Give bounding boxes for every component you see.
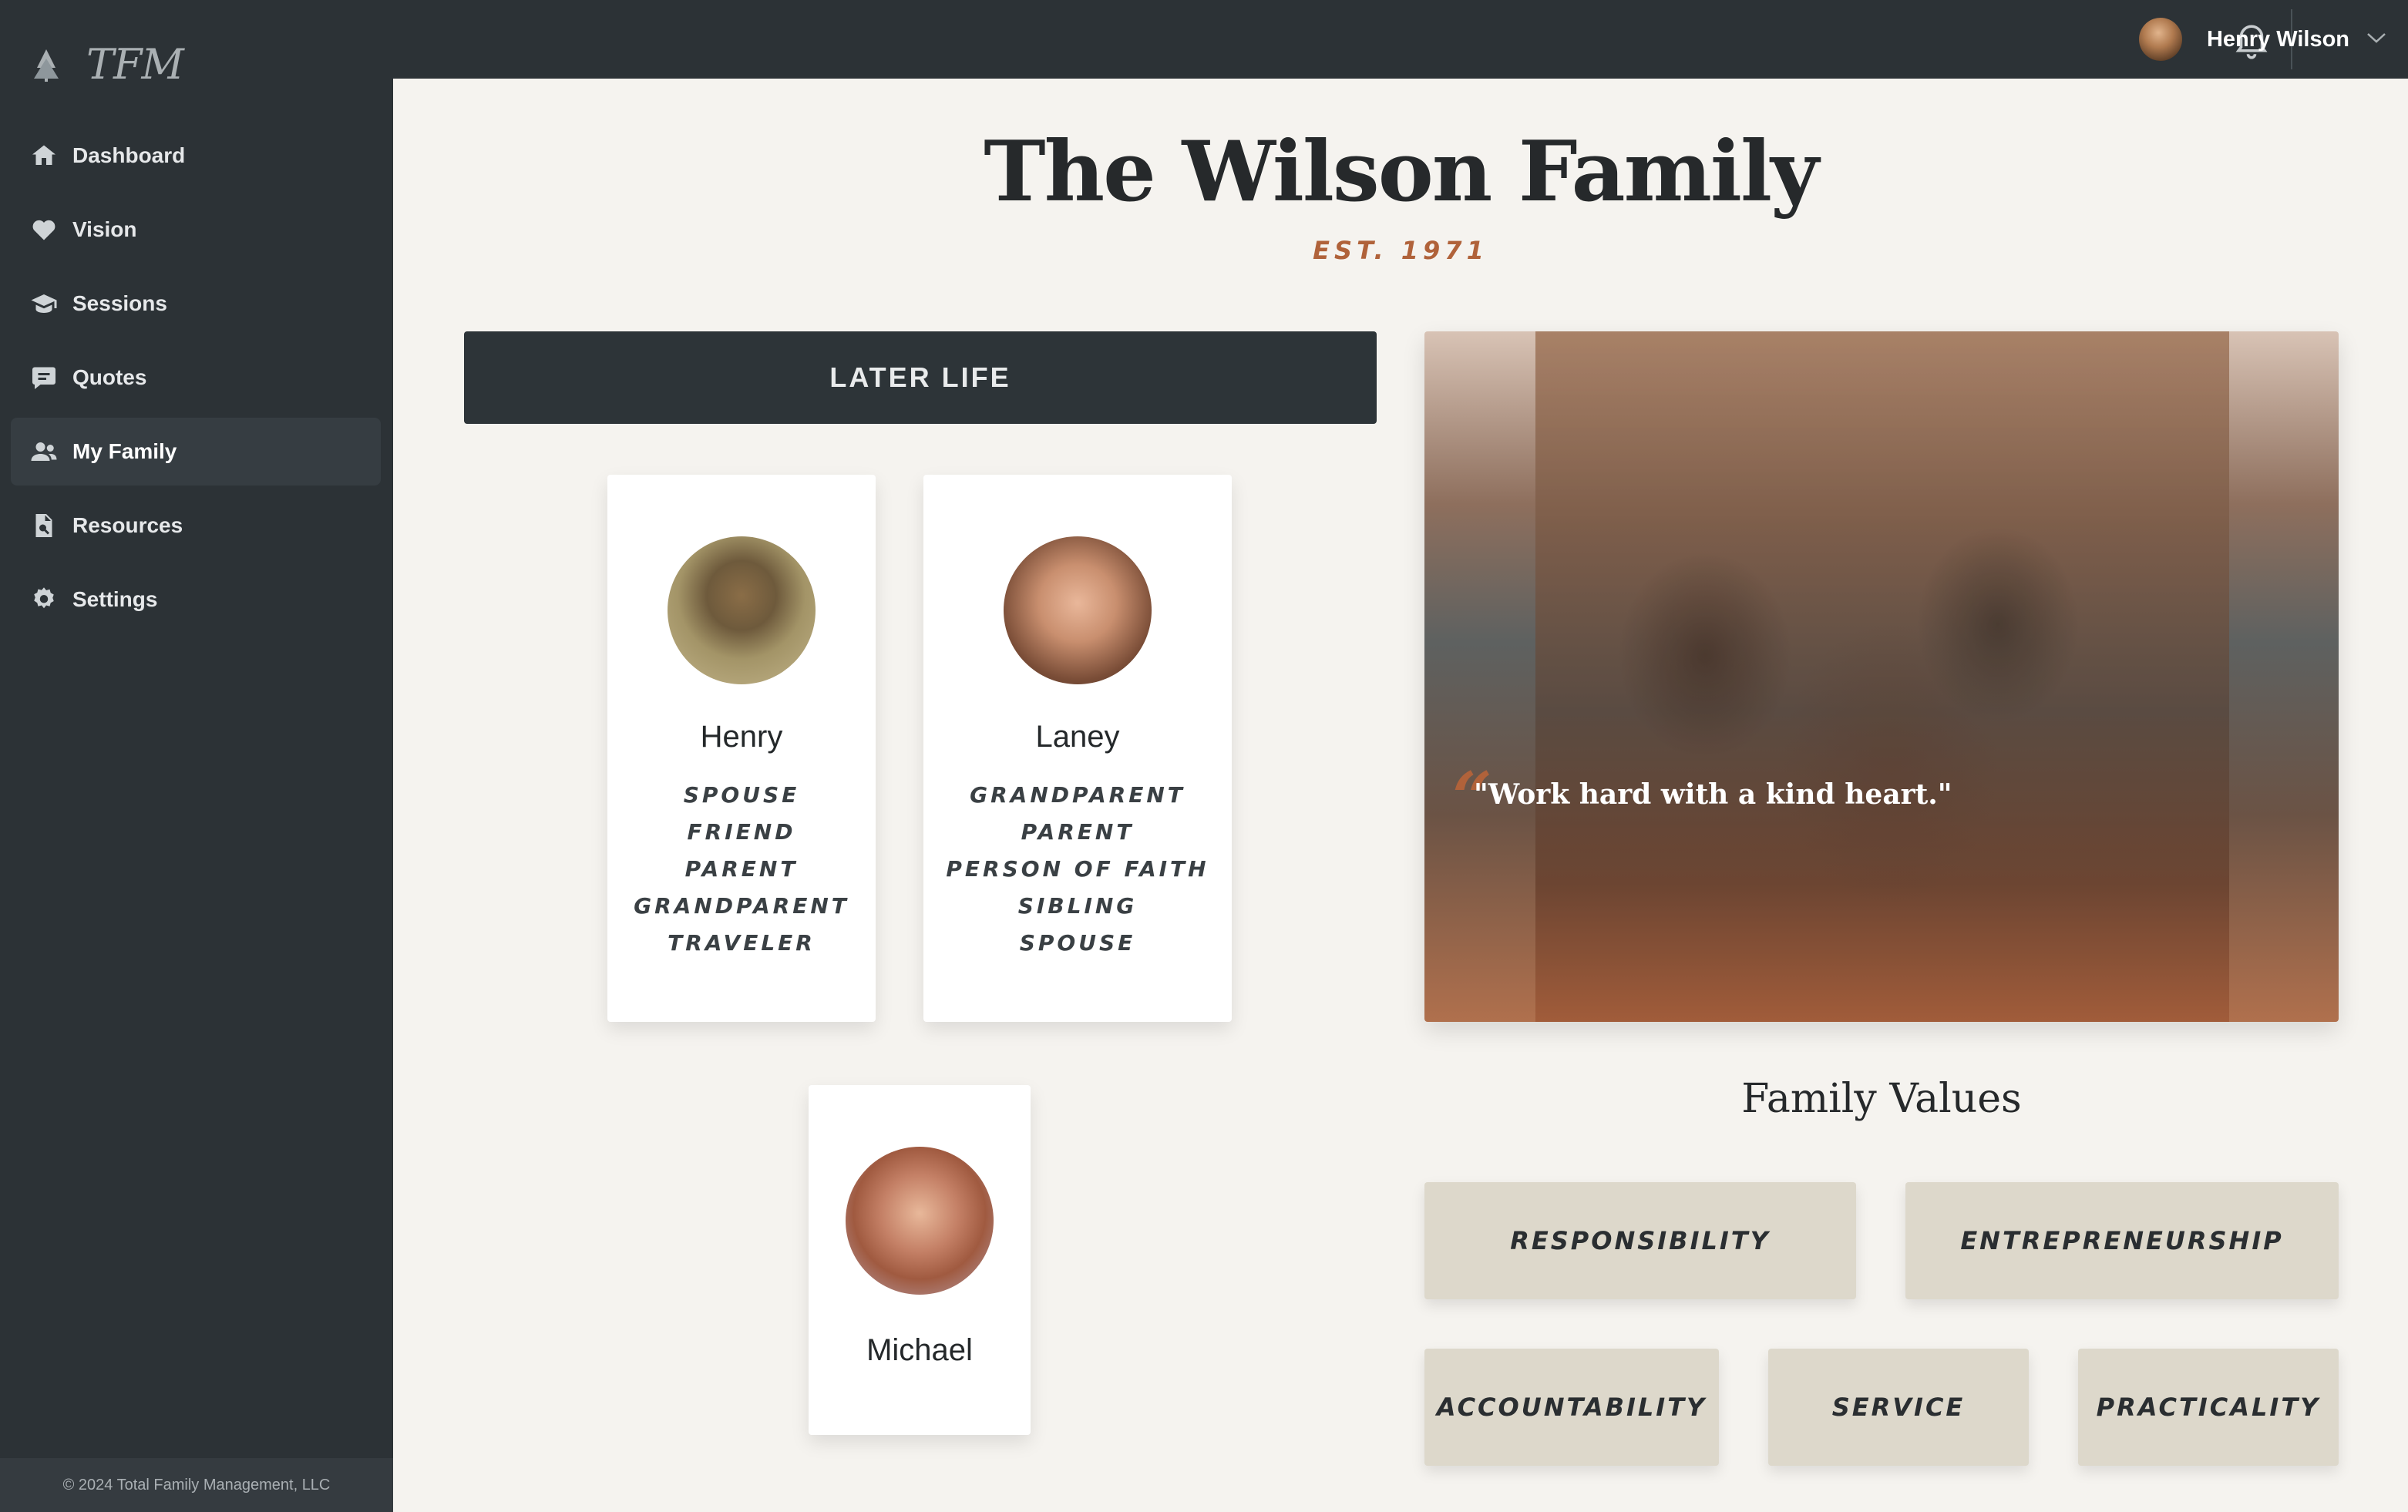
role-label: PARENT <box>1021 819 1135 845</box>
member-card-laney[interactable]: Laney GRANDPARENT PARENT PERSON OF FAITH… <box>923 475 1232 1022</box>
role-label: SIBLING <box>1017 893 1138 919</box>
topbar: Henry Wilson <box>393 0 2408 79</box>
member-roles: GRANDPARENT PARENT PERSON OF FAITH SIBLI… <box>923 777 1232 962</box>
value-tile-practicality[interactable]: PRACTICALITY <box>2078 1349 2339 1466</box>
role-label: FRIEND <box>687 819 796 845</box>
value-tile-accountability[interactable]: ACCOUNTABILITY <box>1424 1349 1719 1466</box>
role-label: PERSON OF FAITH <box>946 856 1209 882</box>
sidebar-item-resources[interactable]: Resources <box>11 492 381 559</box>
established-date: EST. 1971 <box>1313 236 1488 265</box>
graduation-cap-icon <box>29 289 59 318</box>
role-label: SPOUSE <box>1019 930 1136 956</box>
sidebar-item-label: Settings <box>72 587 158 611</box>
gear-icon <box>29 585 59 614</box>
role-label: SPOUSE <box>683 782 800 808</box>
sidebar-item-dashboard[interactable]: Dashboard <box>11 122 381 190</box>
sidebar-item-label: Resources <box>72 513 183 537</box>
member-name: Henry <box>700 720 783 754</box>
member-name: Laney <box>1035 720 1120 754</box>
sidebar-item-label: Vision <box>72 217 137 241</box>
value-tile-service[interactable]: SERVICE <box>1768 1349 2029 1466</box>
sidebar-item-label: Quotes <box>72 365 147 389</box>
logo[interactable]: TFM <box>32 40 184 89</box>
pine-tree-icon <box>34 49 59 82</box>
home-icon <box>29 141 59 170</box>
file-search-icon <box>29 511 59 540</box>
role-label: GRANDPARENT <box>970 782 1186 808</box>
role-label: TRAVELER <box>668 930 816 956</box>
sidebar-item-sessions[interactable]: Sessions <box>11 270 381 338</box>
users-icon <box>29 437 59 466</box>
sidebar-item-label: Dashboard <box>72 143 186 167</box>
value-tile-responsibility[interactable]: RESPONSIBILITY <box>1424 1182 1856 1299</box>
sidebar-footer: © 2024 Total Family Management, LLC <box>0 1458 393 1512</box>
page-title: The Wilson Family <box>984 123 1818 220</box>
photo-image <box>1535 331 2229 1022</box>
comment-icon <box>29 363 59 392</box>
sidebar-item-my-family[interactable]: My Family <box>11 418 381 486</box>
avatar <box>1004 536 1152 684</box>
sidebar-nav: Dashboard Vision Sessions Quotes My Fami… <box>11 122 381 640</box>
sidebar-item-quotes[interactable]: Quotes <box>11 344 381 412</box>
member-name: Michael <box>866 1333 973 1367</box>
value-tile-entrepreneurship[interactable]: ENTREPRENEURSHIP <box>1905 1182 2339 1299</box>
sidebar-item-label: My Family <box>72 439 177 463</box>
member-card-henry[interactable]: Henry SPOUSE FRIEND PARENT GRANDPARENT T… <box>607 475 876 1022</box>
avatar <box>668 536 816 684</box>
avatar <box>846 1147 994 1295</box>
later-life-button[interactable]: LATER LIFE <box>464 331 1377 424</box>
member-roles: SPOUSE FRIEND PARENT GRANDPARENT TRAVELE… <box>607 777 876 962</box>
role-label: PARENT <box>684 856 799 882</box>
heart-icon <box>29 215 59 244</box>
values-title: Family Values <box>1741 1076 2022 1122</box>
sidebar-item-label: Sessions <box>72 291 167 315</box>
sidebar-item-vision[interactable]: Vision <box>11 196 381 264</box>
family-quote: "Work hard with a kind heart." <box>1474 778 1952 811</box>
member-card-michael[interactable]: Michael <box>809 1085 1031 1435</box>
user-name: Henry Wilson <box>2206 26 2349 52</box>
logo-text: TFM <box>86 40 184 89</box>
family-photo: “ "Work hard with a kind heart." <box>1424 331 2339 1022</box>
sidebar-item-settings[interactable]: Settings <box>11 566 381 633</box>
sidebar: TFM Dashboard Vision Sessions Quotes My … <box>0 0 393 1512</box>
role-label: GRANDPARENT <box>634 893 849 919</box>
avatar <box>2138 18 2182 61</box>
user-menu[interactable]: Henry Wilson <box>2138 15 2386 63</box>
chevron-down-icon <box>2366 32 2386 48</box>
